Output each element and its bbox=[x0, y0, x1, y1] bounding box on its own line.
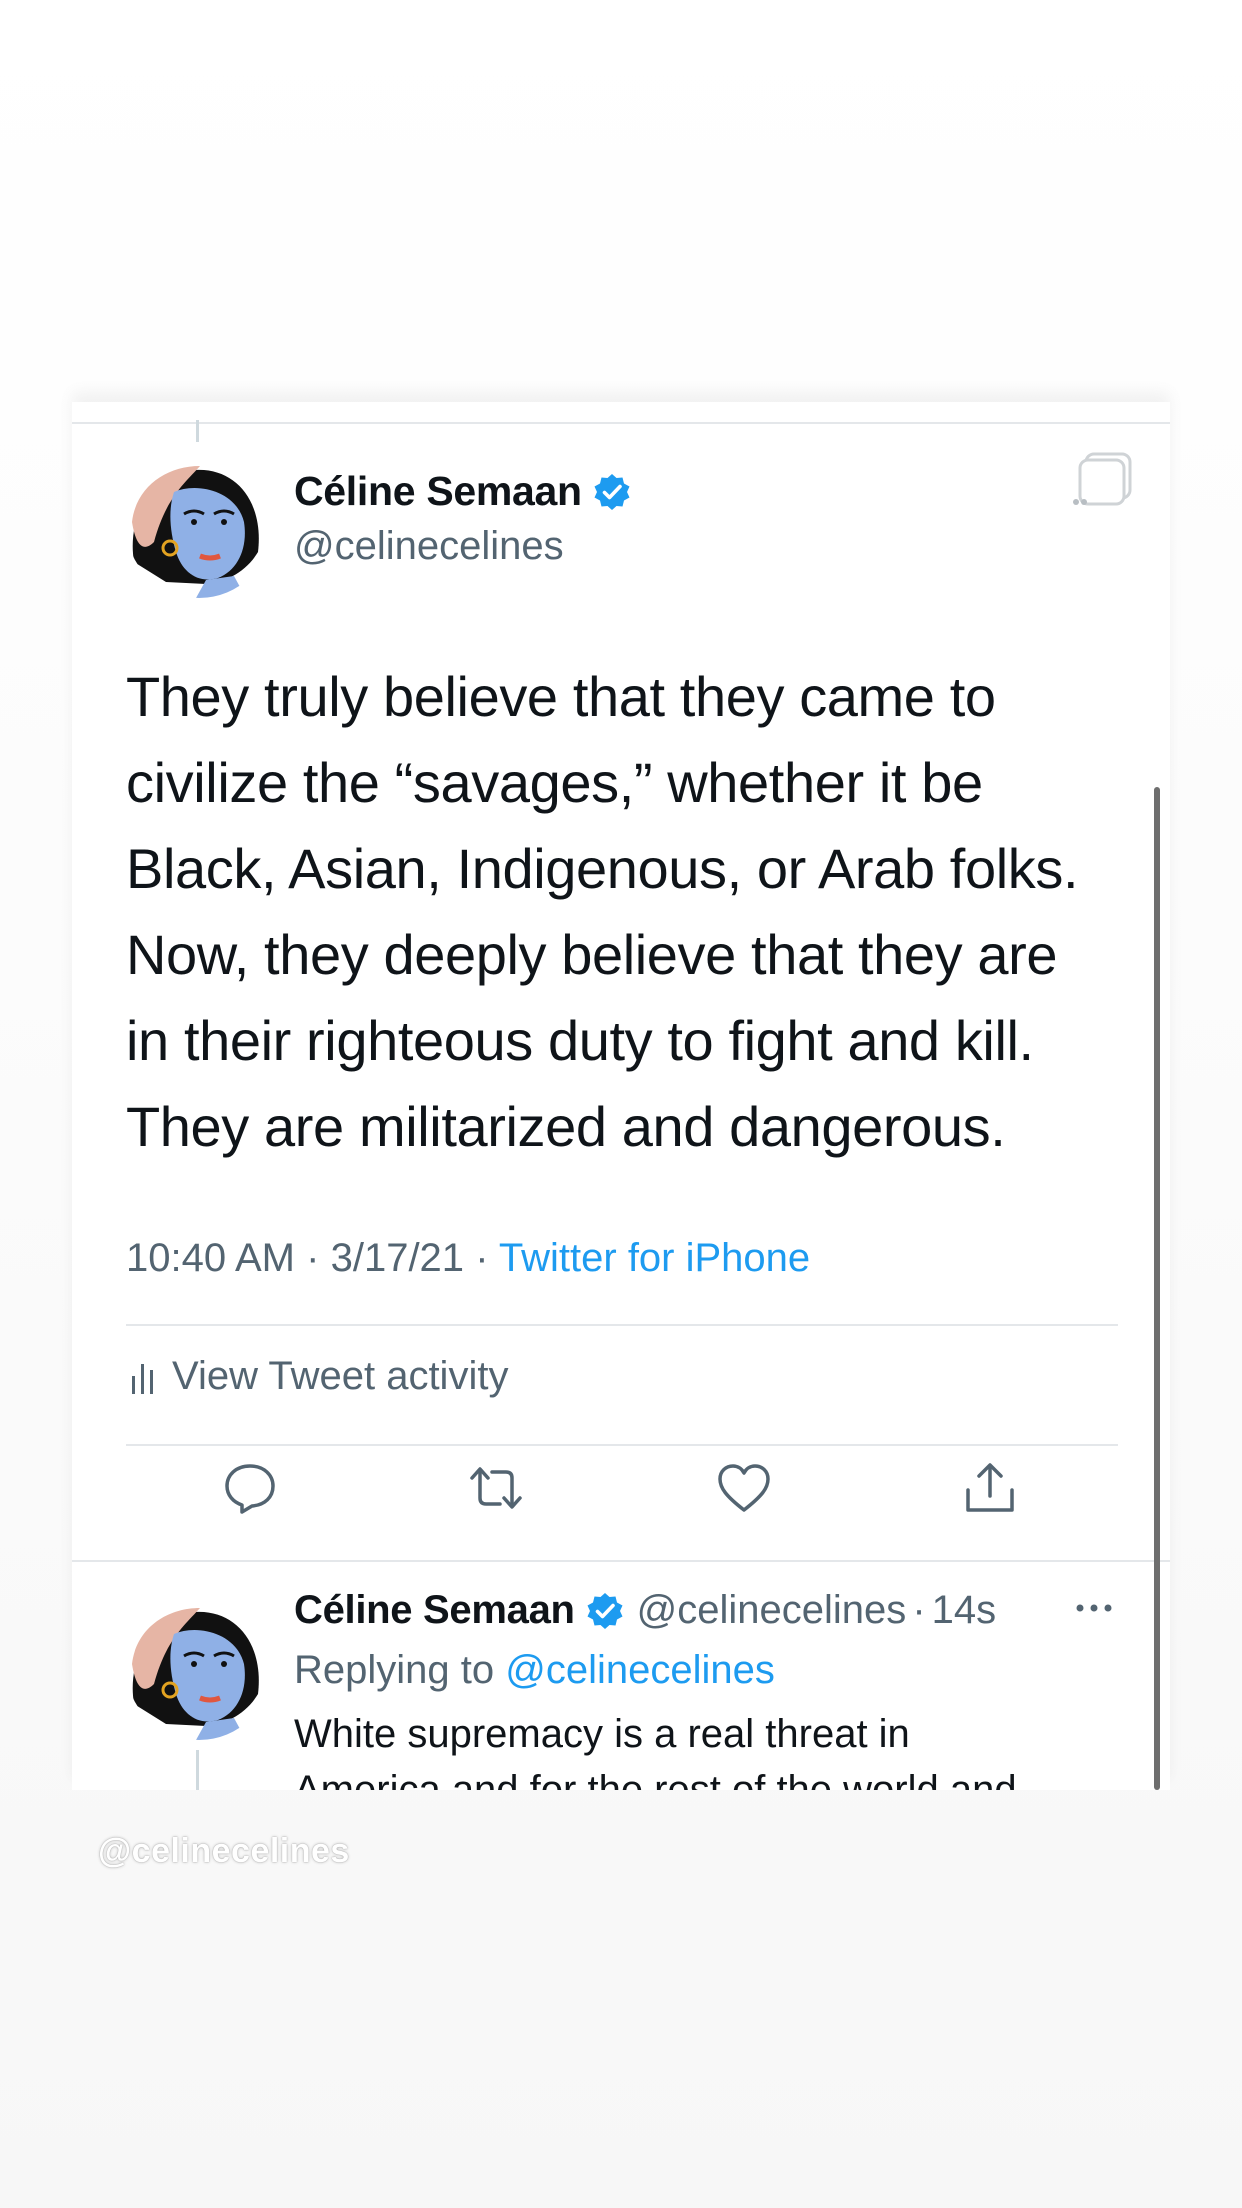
more-options-icon[interactable] bbox=[1074, 1602, 1114, 1614]
bar-chart-icon bbox=[132, 1363, 153, 1394]
tweet-source-link[interactable]: Twitter for iPhone bbox=[499, 1236, 810, 1280]
tweet-text-line: Now, they deeply believe that they are bbox=[126, 923, 1058, 986]
divider bbox=[126, 1444, 1118, 1446]
divider bbox=[126, 1324, 1118, 1326]
reply-author-display-name[interactable]: Céline Semaan bbox=[294, 1588, 575, 1633]
illustrated-portrait-avatar-icon bbox=[126, 452, 272, 598]
view-tweet-activity-label: View Tweet activity bbox=[172, 1354, 509, 1398]
reply-tweet-text: White supremacy is a real threat in bbox=[294, 1712, 910, 1756]
divider bbox=[72, 1560, 1170, 1562]
replying-to-mention-link[interactable]: @celinecelines bbox=[505, 1648, 775, 1692]
tweet-text-line: civilize the “savages,” whether it be bbox=[126, 751, 983, 814]
reply-tweet-text-continued: America and for the rest of the world an… bbox=[294, 1768, 1017, 1790]
reply-time-ago[interactable]: 14s bbox=[932, 1588, 997, 1633]
author-display-name[interactable]: Céline Semaan bbox=[294, 468, 582, 515]
reply-icon[interactable] bbox=[222, 1460, 278, 1516]
retweet-icon[interactable] bbox=[468, 1460, 524, 1516]
author-handle[interactable]: @celinecelines bbox=[294, 524, 564, 569]
verified-badge-icon bbox=[594, 473, 630, 510]
meta-separator: · bbox=[912, 1588, 926, 1632]
reply-author-row: Céline Semaan @celinecelines · 14s bbox=[294, 1588, 996, 1633]
tweet-metadata: 10:40 AM · 3/17/21 · Twitter for iPhone bbox=[126, 1236, 810, 1281]
tweet-text-line: They are militarized and dangerous. bbox=[126, 1095, 1006, 1158]
tweet-text: They truly believe that they came to civ… bbox=[126, 654, 1156, 1170]
tweet-text-line: in their righteous duty to fight and kil… bbox=[126, 1009, 1034, 1072]
thread-connector-line bbox=[196, 1750, 199, 1790]
replying-to-line: Replying to @celinecelines bbox=[294, 1648, 775, 1693]
avatar[interactable] bbox=[126, 1594, 272, 1740]
thread-connector-line bbox=[196, 420, 199, 442]
reply-author-handle[interactable]: @celinecelines bbox=[637, 1588, 907, 1633]
avatar[interactable] bbox=[126, 452, 272, 598]
top-divider bbox=[72, 422, 1170, 424]
author-name-row: Céline Semaan bbox=[294, 468, 632, 515]
view-tweet-activity-button[interactable]: View Tweet activity bbox=[130, 1354, 508, 1399]
share-icon[interactable] bbox=[962, 1460, 1018, 1516]
illustrated-portrait-avatar-icon bbox=[126, 1594, 272, 1740]
tweet-date: 3/17/21 bbox=[330, 1236, 465, 1280]
verified-badge-icon bbox=[587, 1592, 623, 1629]
share-screenshot-icon[interactable] bbox=[1072, 450, 1134, 510]
scrollbar[interactable] bbox=[1154, 787, 1160, 1790]
tweet-screenshot-card: Céline Semaan @celinecelines They truly … bbox=[72, 402, 1170, 1790]
like-icon[interactable] bbox=[716, 1460, 772, 1516]
replying-to-prefix: Replying to bbox=[294, 1648, 495, 1692]
username-watermark: @celinecelines bbox=[98, 1832, 350, 1870]
tweet-text-line: Black, Asian, Indigenous, or Arab folks. bbox=[126, 837, 1079, 900]
tweet-time: 10:40 AM bbox=[126, 1236, 296, 1280]
meta-separator: · bbox=[475, 1236, 489, 1280]
tweet-text-line: They truly believe that they came to bbox=[126, 665, 996, 728]
meta-separator: · bbox=[306, 1236, 320, 1280]
